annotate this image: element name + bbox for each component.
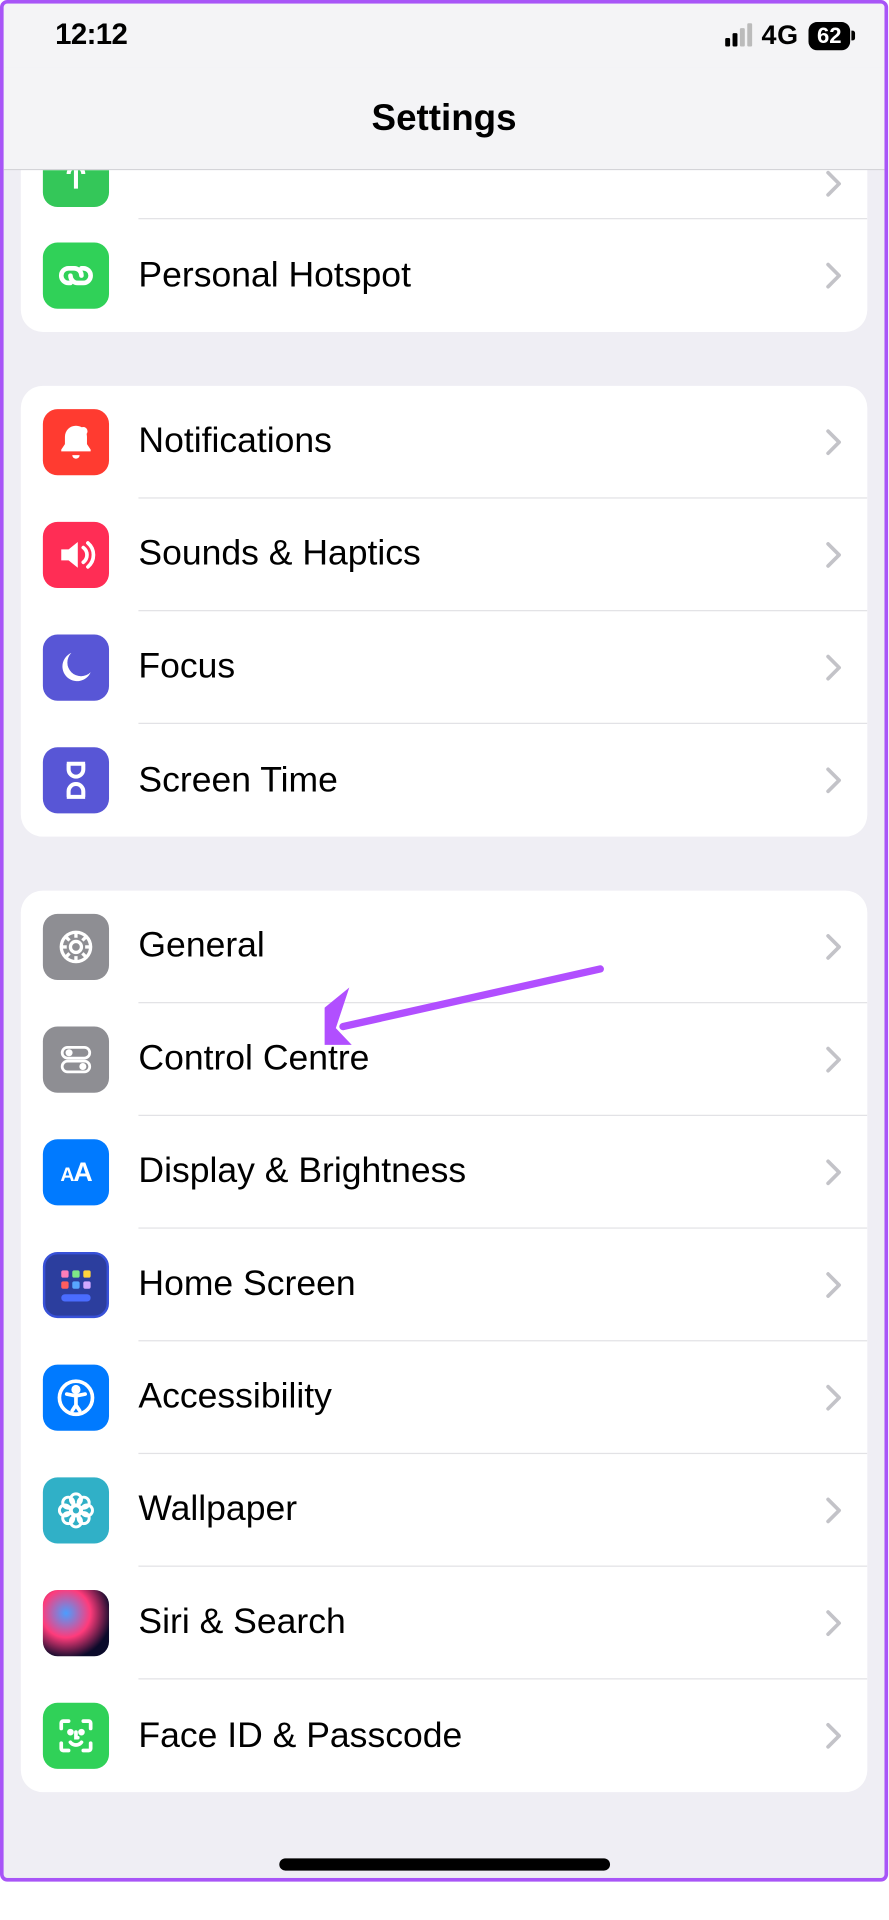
row-mobile-data[interactable]: Mobile Data (21, 170, 867, 219)
signal-bars-icon (725, 25, 752, 47)
chevron-right-icon (826, 1609, 843, 1636)
row-screen-time[interactable]: Screen Time (21, 724, 867, 837)
chevron-right-icon (826, 767, 843, 794)
settings-group-notifications: Notifications Sounds & Haptics Focus (21, 386, 867, 837)
row-label: Accessibility (138, 1377, 825, 1417)
face-icon (43, 1703, 109, 1769)
row-siri-search[interactable]: Siri & Search (21, 1567, 867, 1680)
row-label: Screen Time (138, 760, 825, 800)
status-bar: 12:12 4G 62 (4, 4, 885, 68)
row-focus[interactable]: Focus (21, 611, 867, 724)
flower-icon (43, 1477, 109, 1543)
grid-icon (43, 1252, 109, 1318)
row-display-brightness[interactable]: AA Display & Brightness (21, 1116, 867, 1229)
row-label: Control Centre (138, 1039, 825, 1079)
link-icon (43, 243, 109, 309)
row-label: Sounds & Haptics (138, 534, 825, 574)
chevron-right-icon (826, 170, 843, 197)
row-home-screen[interactable]: Home Screen (21, 1229, 867, 1342)
row-accessibility[interactable]: Accessibility (21, 1341, 867, 1454)
chevron-right-icon (826, 262, 843, 289)
row-sounds-haptics[interactable]: Sounds & Haptics (21, 499, 867, 612)
row-label: General (138, 926, 825, 966)
chevron-right-icon (826, 428, 843, 455)
gear-icon (43, 914, 109, 980)
row-label: Wallpaper (138, 1490, 825, 1530)
chevron-right-icon (826, 1496, 843, 1523)
row-label: Mobile Data (138, 170, 825, 177)
chevron-right-icon (826, 933, 843, 960)
row-notifications[interactable]: Notifications (21, 386, 867, 499)
bell-icon (43, 409, 109, 475)
siri-icon (43, 1590, 109, 1656)
row-faceid-passcode[interactable]: Face ID & Passcode (21, 1679, 867, 1792)
chevron-right-icon (826, 1158, 843, 1185)
antenna-icon (43, 170, 109, 207)
chevron-right-icon (826, 654, 843, 681)
row-control-centre[interactable]: Control Centre (21, 1003, 867, 1116)
moon-icon (43, 635, 109, 701)
battery-indicator: 62 (808, 21, 850, 49)
speaker-icon (43, 522, 109, 588)
row-label: Display & Brightness (138, 1152, 825, 1192)
chevron-right-icon (826, 1271, 843, 1298)
hourglass-icon (43, 747, 109, 813)
nav-bar: Settings (4, 67, 885, 170)
settings-list[interactable]: Mobile Data Personal Hotspot (4, 170, 885, 1881)
row-personal-hotspot[interactable]: Personal Hotspot (21, 219, 867, 332)
text-size-icon: AA (43, 1139, 109, 1205)
chevron-right-icon (826, 1384, 843, 1411)
row-label: Home Screen (138, 1264, 825, 1304)
row-label: Personal Hotspot (138, 255, 825, 295)
chevron-right-icon (826, 1046, 843, 1073)
device-frame: 12:12 4G 62 Settings Mobile Data (0, 0, 888, 1882)
chevron-right-icon (826, 541, 843, 568)
status-right: 4G 62 (725, 20, 850, 52)
toggles-icon (43, 1027, 109, 1093)
row-wallpaper[interactable]: Wallpaper (21, 1454, 867, 1567)
page-title: Settings (372, 97, 517, 139)
settings-group-connectivity: Mobile Data Personal Hotspot (21, 170, 867, 332)
settings-group-general: General Control Centre AA Display & B (21, 891, 867, 1793)
row-general[interactable]: General (21, 891, 867, 1004)
accessibility-icon (43, 1365, 109, 1431)
row-label: Siri & Search (138, 1602, 825, 1642)
home-indicator (279, 1858, 610, 1870)
row-label: Notifications (138, 421, 825, 461)
status-time: 12:12 (55, 18, 127, 52)
row-label: Face ID & Passcode (138, 1716, 825, 1756)
row-label: Focus (138, 647, 825, 687)
network-label: 4G (761, 20, 798, 52)
chevron-right-icon (826, 1722, 843, 1749)
